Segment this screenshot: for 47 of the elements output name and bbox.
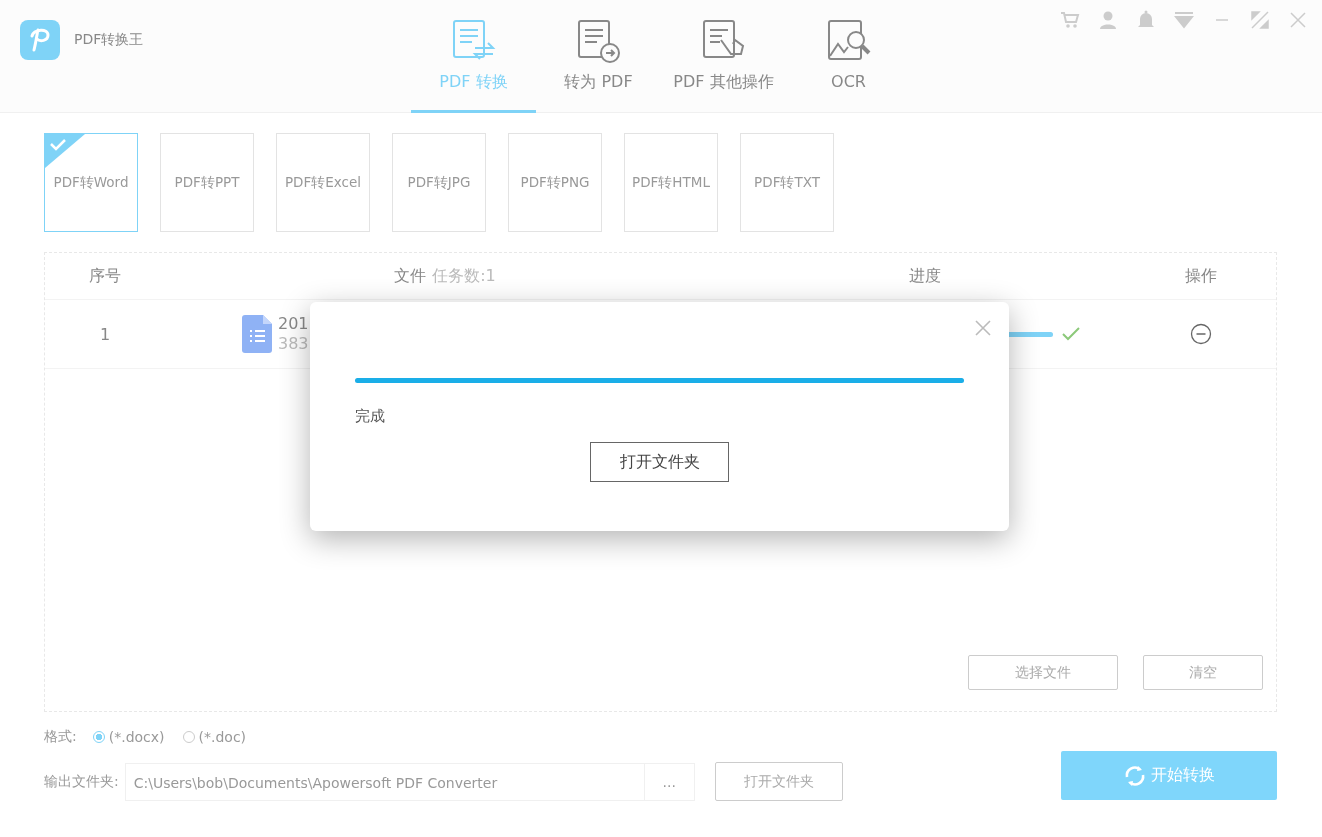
nav-tab[interactable]: PDF 其他操作: [661, 18, 786, 113]
app-logo-icon: [20, 20, 60, 60]
nav-tab[interactable]: 转为 PDF: [536, 18, 661, 113]
format-card[interactable]: PDF转PPT: [160, 133, 254, 232]
format-card[interactable]: PDF转Word: [44, 133, 138, 232]
document-icon: [242, 315, 272, 353]
start-convert-button[interactable]: 开始转换: [1061, 751, 1277, 800]
cart-icon[interactable]: [1060, 10, 1080, 30]
user-icon[interactable]: [1098, 10, 1118, 30]
format-card[interactable]: PDF转TXT: [740, 133, 834, 232]
nav-tab[interactable]: OCR: [786, 18, 911, 113]
dropdown-icon[interactable]: [1174, 10, 1194, 30]
remove-icon[interactable]: [1189, 323, 1212, 345]
format-card[interactable]: PDF转Excel: [276, 133, 370, 232]
column-header: 文件: [394, 265, 427, 287]
format-label: 格式:: [44, 728, 77, 746]
format-card[interactable]: PDF转PNG: [508, 133, 602, 232]
document-arrow-icon: [575, 18, 622, 64]
open-folder-button[interactable]: 打开文件夹: [714, 762, 843, 801]
radio-label: (*.doc): [198, 729, 247, 745]
open-folder-button[interactable]: 打开文件夹: [590, 442, 729, 482]
check-corner-icon: [45, 134, 85, 168]
radio-button[interactable]: [92, 731, 105, 743]
task-count: 任务数:1: [432, 265, 496, 287]
restore-icon[interactable]: [1250, 10, 1270, 30]
column-header: 序号: [88, 265, 122, 287]
file-size: 383: [278, 334, 309, 354]
status-text: 完成: [355, 407, 386, 426]
action-button[interactable]: 选择文件: [968, 655, 1118, 690]
format-card[interactable]: PDF转JPG: [392, 133, 486, 232]
row-number: 1: [98, 324, 112, 344]
action-button[interactable]: 清空: [1143, 655, 1263, 690]
bell-icon[interactable]: [1136, 10, 1156, 30]
radio-button[interactable]: [182, 731, 195, 743]
format-card[interactable]: PDF转HTML: [624, 133, 718, 232]
output-path-field[interactable]: C:\Users\bob\Documents\Apowersoft PDF Converter: [124, 762, 645, 801]
refresh-icon: [1123, 763, 1147, 788]
output-folder-label: 输出文件夹:: [44, 772, 119, 791]
browse-button[interactable]: ...: [644, 762, 695, 801]
column-header: 进度: [908, 265, 942, 287]
close-icon[interactable]: [974, 319, 992, 337]
file-name: 201: [278, 314, 309, 334]
app-title: PDF转换王: [74, 31, 144, 49]
column-header: 操作: [1183, 265, 1218, 287]
close-icon[interactable]: [1288, 10, 1308, 30]
radio-label: (*.docx): [108, 729, 165, 745]
nav-tab[interactable]: PDF 转换: [411, 18, 536, 113]
